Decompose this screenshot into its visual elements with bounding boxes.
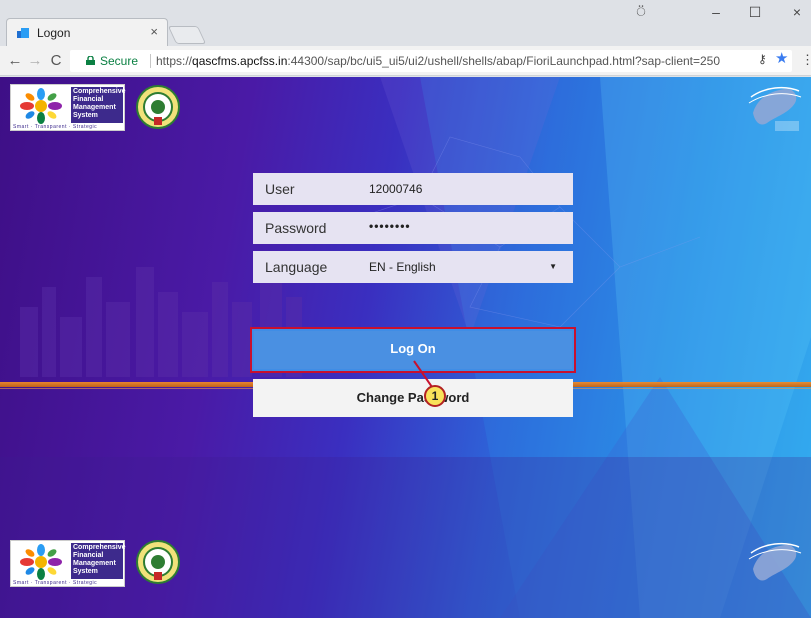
url-host: qascfms.apcfss.in <box>192 54 288 68</box>
address-separator <box>150 54 151 68</box>
browser-menu-icon[interactable]: ⋮ <box>801 52 811 68</box>
new-tab-button[interactable] <box>167 26 207 44</box>
back-arrow-icon[interactable]: ← <box>5 52 25 69</box>
browser-toolbar: ← → C Secure https://qascfms.apcfss.in:4… <box>0 46 811 76</box>
cfms-logo: Comprehensive Financial Management Syste… <box>10 84 126 131</box>
maximize-button[interactable]: ☐ <box>740 4 770 21</box>
password-label: Password <box>265 220 327 236</box>
reload-icon[interactable]: C <box>46 52 66 69</box>
logon-page: Comprehensive Financial Management Syste… <box>0 77 811 618</box>
close-window-button[interactable]: × <box>782 4 811 20</box>
cfms-tagline: Smart · Transparent · Strategic <box>13 580 98 586</box>
password-input[interactable]: •••••••• <box>369 219 411 233</box>
url-prefix: https:// <box>156 54 193 68</box>
minimize-button[interactable]: – <box>701 4 731 20</box>
secure-label: Secure <box>100 54 139 68</box>
step-callout-badge: 1 <box>424 385 446 407</box>
cfms-line-1: Comprehensive <box>73 544 126 551</box>
cfms-line-4: System <box>73 568 98 575</box>
cfms-tagline: Smart · Transparent · Strategic <box>13 124 98 130</box>
language-value[interactable]: EN - English <box>369 260 436 274</box>
cfms-flower-icon <box>20 88 62 124</box>
sap-favicon-icon <box>17 28 29 38</box>
browser-tab-logon[interactable]: Logon × <box>6 18 168 46</box>
cfms-flower-icon <box>20 544 62 580</box>
user-field[interactable]: User 12000746 <box>253 173 573 205</box>
cfms-line-1: Comprehensive <box>73 88 126 95</box>
cfms-line-4: System <box>73 112 98 119</box>
logon-button-label: Log On <box>390 341 436 356</box>
cfms-line-3: Management <box>73 104 116 111</box>
browser-titlebar: Logon × ⍥ – ☐ × <box>0 0 811 46</box>
url-path: :44300/sap/bc/ui5_ui5/ui2/ushell/shells/… <box>287 54 721 68</box>
language-select[interactable]: Language EN - English ▼ <box>253 251 573 283</box>
cfms-line-2: Financial <box>73 96 104 103</box>
cfms-line-2: Financial <box>73 552 104 559</box>
cfms-line-3: Management <box>73 560 116 567</box>
cfms-title-box: Comprehensive Financial Management Syste… <box>71 87 126 123</box>
cfms-logo-footer: Comprehensive Financial Management Syste… <box>10 540 126 587</box>
state-seal-icon <box>136 540 180 584</box>
password-field[interactable]: Password •••••••• <box>253 212 573 244</box>
bookmark-star-icon[interactable]: ★ <box>775 49 788 67</box>
user-input[interactable]: 12000746 <box>369 182 422 196</box>
state-map-icon <box>748 542 802 581</box>
key-icon[interactable]: ⚷ <box>758 52 767 66</box>
lock-icon <box>86 56 95 65</box>
language-label: Language <box>265 259 328 275</box>
chevron-down-icon[interactable]: ▼ <box>549 262 557 271</box>
forward-arrow-icon[interactable]: → <box>25 52 45 69</box>
user-label: User <box>265 181 295 197</box>
state-seal-icon <box>136 85 180 129</box>
cfms-title-box: Comprehensive Financial Management Syste… <box>71 543 126 579</box>
tab-close-icon[interactable]: × <box>150 24 158 39</box>
url-text: https://qascfms.apcfss.in:44300/sap/bc/u… <box>156 54 720 68</box>
profile-icon[interactable]: ⍥ <box>626 4 656 21</box>
address-bar[interactable]: Secure https://qascfms.apcfss.in:44300/s… <box>70 50 792 72</box>
tab-title: Logon <box>37 26 71 40</box>
state-map-icon <box>748 86 802 131</box>
